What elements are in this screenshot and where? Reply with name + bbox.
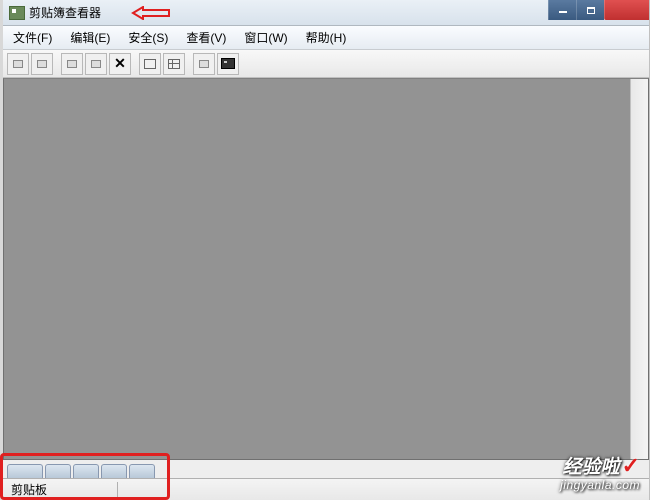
toolbar-button-thumbnail[interactable] [193,53,215,75]
application-window: 剪贴簿查看器 文件(F) 编辑(E) 安全(S) 查看(V) 窗口(W) 帮助(… [0,0,650,500]
toolbar-button-disconnect[interactable] [31,53,53,75]
delete-icon: ✕ [114,55,126,72]
toolbar-button-copy[interactable] [61,53,83,75]
tab-item[interactable] [101,464,127,478]
statusbar: 剪贴板 [3,478,649,500]
toolbar: ✕ [3,50,649,78]
disconnect-icon [37,60,47,68]
toolbar-button-paste[interactable] [85,53,107,75]
checkmark-icon: ✓ [622,453,640,478]
menu-view[interactable]: 查看(V) [182,27,230,48]
menu-window[interactable]: 窗口(W) [240,27,291,48]
tab-item[interactable] [45,464,71,478]
maximize-button[interactable] [576,0,604,20]
menu-file[interactable]: 文件(F) [9,27,56,48]
tab-item[interactable] [129,464,155,478]
menu-security[interactable]: 安全(S) [124,27,172,48]
paste-icon [91,60,101,68]
view-single-icon [144,59,156,69]
app-icon [9,6,25,20]
tab-item[interactable] [7,464,43,478]
watermark-url: jingyanla.com [560,479,640,492]
menubar: 文件(F) 编辑(E) 安全(S) 查看(V) 窗口(W) 帮助(H) [3,26,649,50]
annotation-arrow-left-icon [131,6,171,20]
toolbar-button-connect[interactable] [7,53,29,75]
maximize-icon [587,7,595,14]
minimize-button[interactable] [548,0,576,20]
menu-help[interactable]: 帮助(H) [302,27,351,48]
connect-icon [13,60,23,68]
toolbar-button-view-single[interactable] [139,53,161,75]
copy-icon [67,60,77,68]
toolbar-separator [55,53,59,75]
toolbar-button-delete[interactable]: ✕ [109,53,131,75]
minimize-icon [559,11,567,13]
toolbar-button-preview[interactable] [217,53,239,75]
preview-icon [221,58,235,69]
thumbnail-icon [199,60,209,68]
statusbar-separator [117,482,118,498]
statusbar-label: 剪贴板 [11,481,47,498]
bottom-panel: 剪贴板 [3,460,649,500]
toolbar-separator [187,53,191,75]
close-button[interactable] [604,0,649,20]
menu-edit[interactable]: 编辑(E) [66,27,114,48]
toolbar-separator [133,53,137,75]
window-controls [548,0,649,20]
content-area[interactable] [3,78,649,460]
view-grid-icon [168,59,180,69]
tab-item[interactable] [73,464,99,478]
watermark: 经验啦✓ jingyanla.com [560,454,640,492]
titlebar[interactable]: 剪贴簿查看器 [3,0,649,26]
tab-strip [3,460,649,478]
window-title: 剪贴簿查看器 [29,4,101,21]
toolbar-button-view-grid[interactable] [163,53,185,75]
watermark-text: 经验啦 [563,457,620,478]
